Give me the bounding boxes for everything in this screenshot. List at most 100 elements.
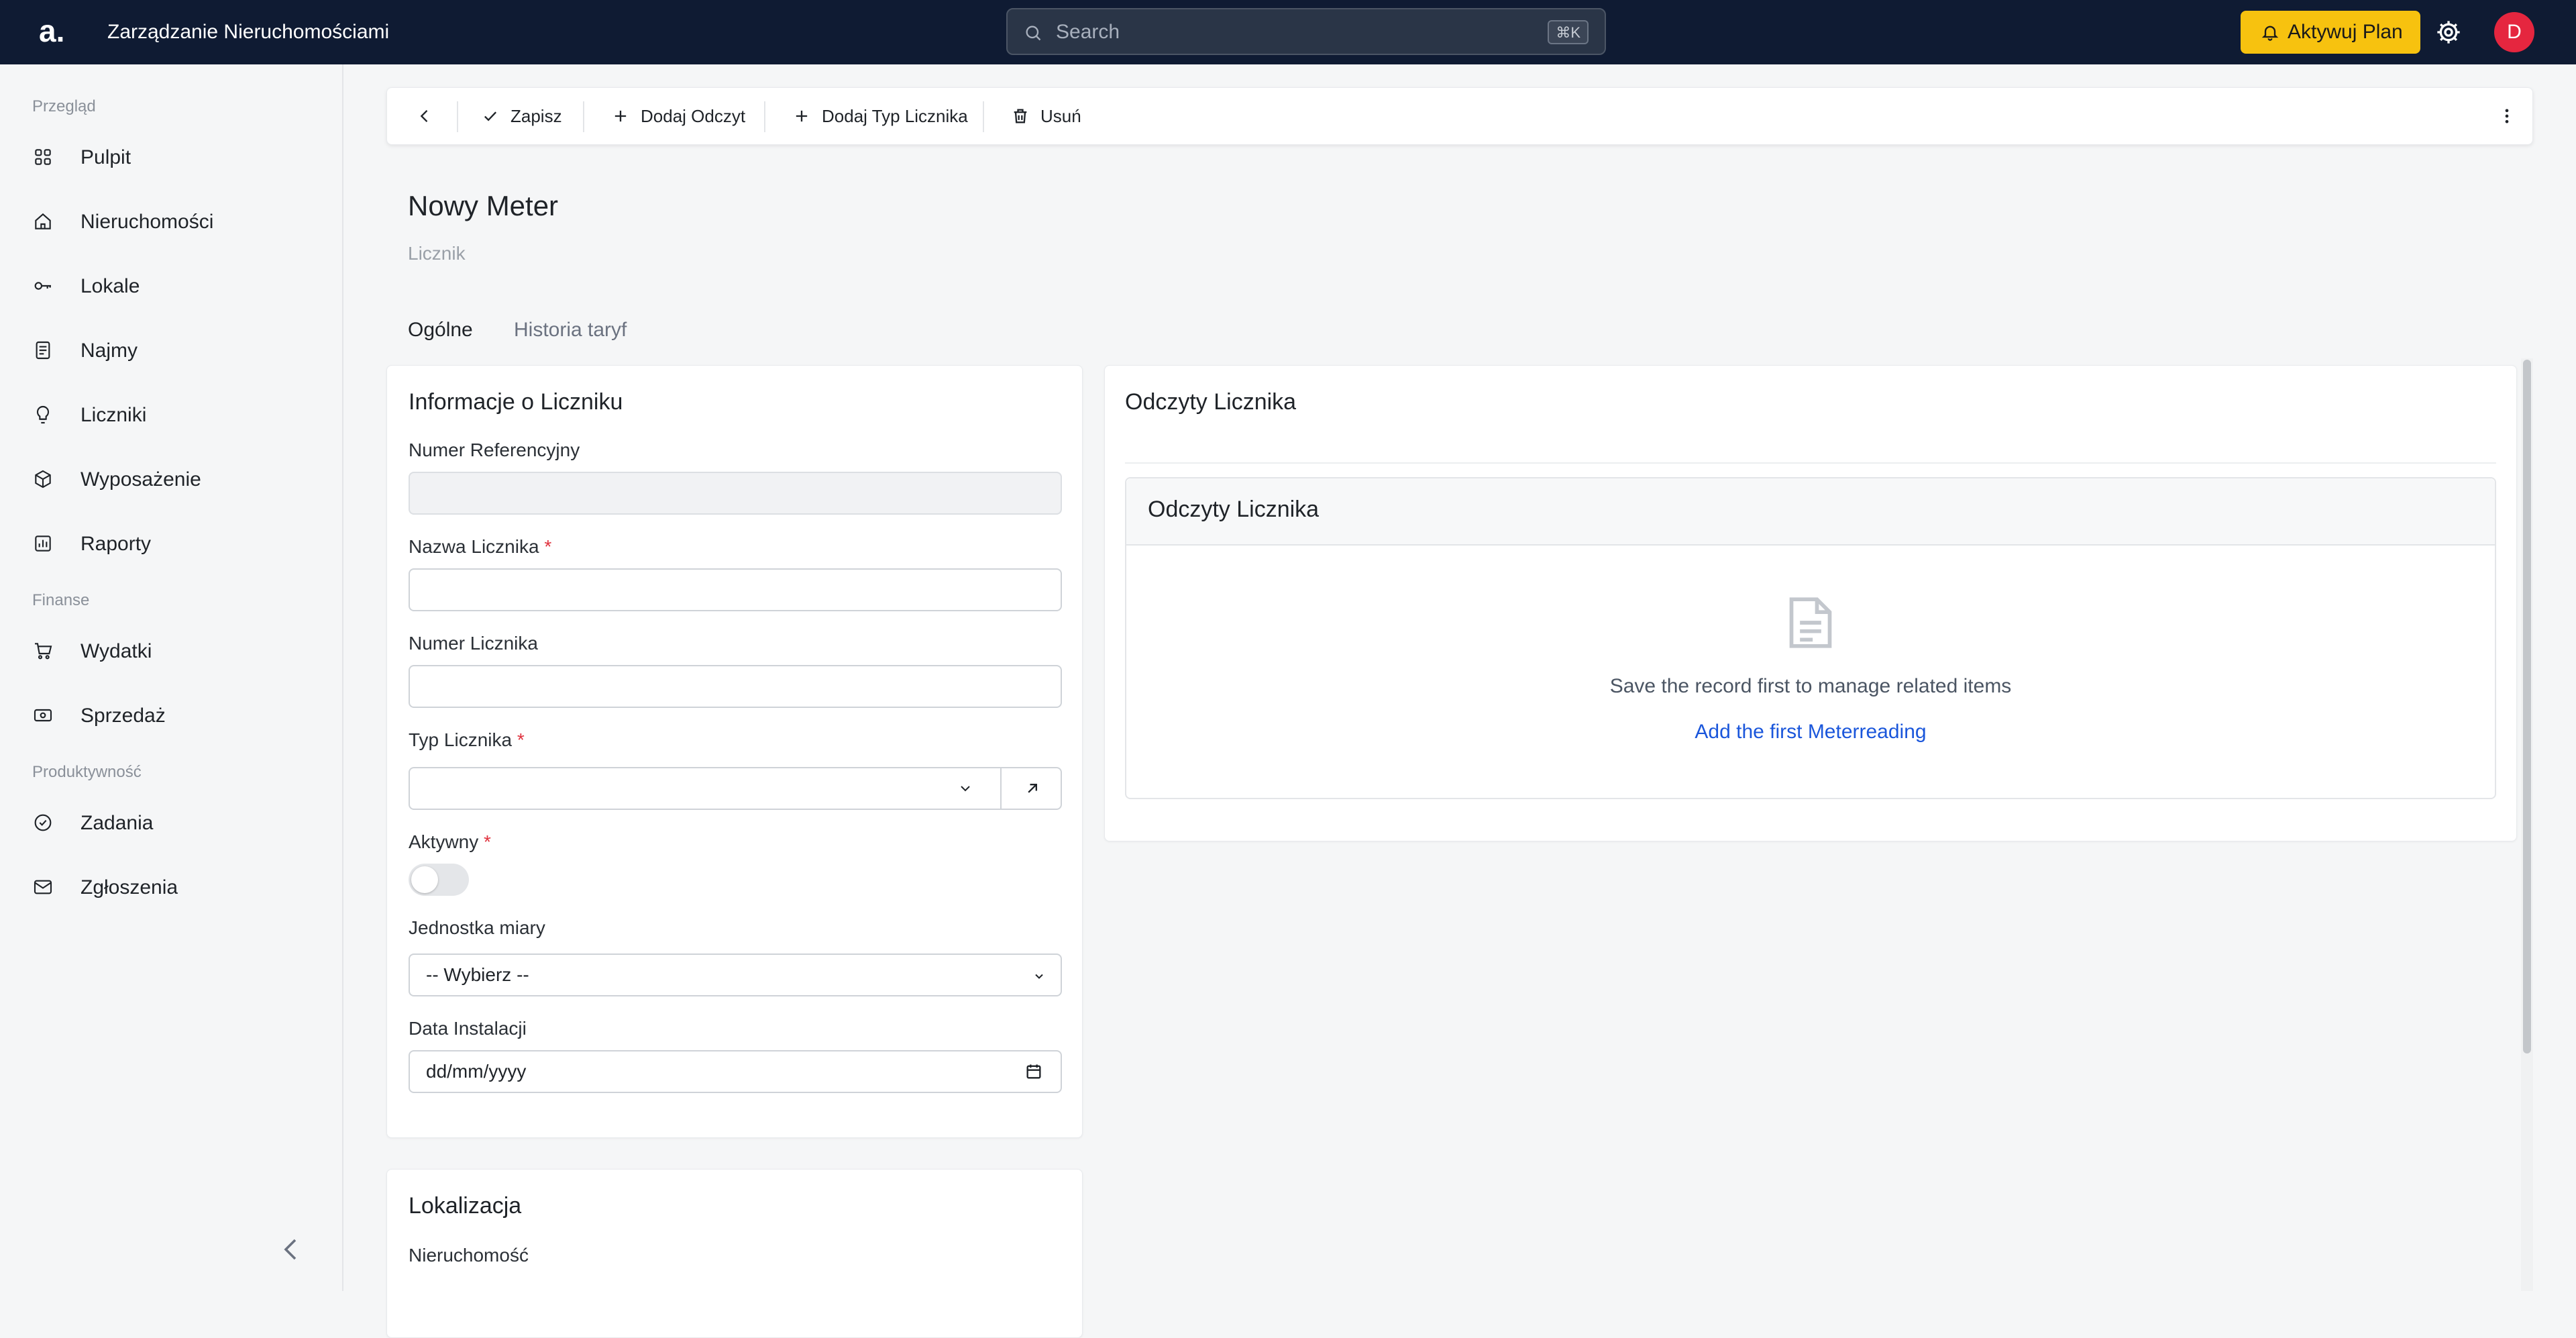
add-meter-type-label: Dodaj Typ Licznika bbox=[822, 106, 968, 126]
sidebar-item-zgloszenia[interactable]: Zgłoszenia bbox=[32, 867, 314, 907]
toolbar-divider bbox=[457, 101, 458, 132]
sidebar-item-label: Zgłoszenia bbox=[80, 876, 178, 898]
search-shortcut-badge: ⌘K bbox=[1548, 20, 1589, 44]
settings-gear-icon[interactable] bbox=[2435, 19, 2462, 46]
meter-name-field[interactable] bbox=[409, 568, 1062, 611]
cart-icon bbox=[32, 640, 54, 662]
collapse-sidebar-chevron-icon[interactable] bbox=[282, 1236, 301, 1263]
save-button[interactable]: Zapisz bbox=[481, 88, 575, 146]
sidebar-item-label: Nieruchomości bbox=[80, 211, 214, 233]
toggle-knob bbox=[411, 866, 438, 893]
search-box[interactable]: Search ⌘K bbox=[1006, 8, 1606, 55]
unit-label: Jednostka miary bbox=[409, 917, 545, 938]
active-label: Aktywny * bbox=[409, 831, 491, 852]
search-icon bbox=[1024, 23, 1042, 42]
plus-icon bbox=[792, 107, 811, 125]
panel-title: Odczyty Licznika bbox=[1148, 497, 1320, 522]
install-date-label: Data Instalacji bbox=[409, 1018, 527, 1039]
user-avatar[interactable]: D bbox=[2494, 12, 2534, 52]
install-date-value: dd/mm/yyyy bbox=[426, 1061, 527, 1082]
meter-number-label: Numer Licznika bbox=[409, 633, 538, 654]
sidebar-item-lokale[interactable]: Lokale bbox=[32, 266, 314, 306]
calendar-icon[interactable] bbox=[1024, 1062, 1043, 1081]
required-marker: * bbox=[517, 729, 525, 750]
sidebar-item-nieruchomosci[interactable]: Nieruchomości bbox=[32, 201, 314, 242]
sidebar-item-label: Sprzedaż bbox=[80, 705, 166, 727]
sidebar-item-zadania[interactable]: Zadania bbox=[32, 803, 314, 843]
sidebar-item-label: Liczniki bbox=[80, 404, 147, 426]
active-toggle[interactable] bbox=[409, 864, 469, 896]
sidebar-item-label: Wydatki bbox=[80, 640, 152, 662]
sidebar-item-sprzedaz[interactable]: Sprzedaż bbox=[32, 695, 314, 735]
required-marker: * bbox=[544, 536, 552, 557]
tab-ogolne[interactable]: Ogólne bbox=[408, 317, 473, 344]
reference-number-label: Numer Referencyjny bbox=[409, 440, 580, 460]
card-title: Odczyty Licznika bbox=[1125, 389, 1297, 415]
chevron-left-icon bbox=[415, 107, 434, 125]
sidebar-item-liczniki[interactable]: Liczniki bbox=[32, 395, 314, 435]
scrollbar-thumb[interactable] bbox=[2523, 360, 2531, 1053]
add-reading-label: Dodaj Odczyt bbox=[641, 106, 746, 126]
more-vertical-icon bbox=[2498, 107, 2516, 125]
select-divider bbox=[1000, 768, 1002, 809]
box-icon bbox=[32, 468, 54, 490]
sidebar-item-label: Najmy bbox=[80, 340, 138, 362]
check-icon bbox=[481, 107, 500, 125]
delete-button[interactable]: Usuń bbox=[1011, 88, 1091, 146]
reference-number-field[interactable] bbox=[409, 472, 1062, 515]
sidebar-item-label: Zadania bbox=[80, 812, 154, 834]
sidebar-item-raporty[interactable]: Raporty bbox=[32, 523, 314, 564]
meter-number-field[interactable] bbox=[409, 665, 1062, 708]
chevron-down-icon bbox=[1032, 970, 1046, 983]
meter-readings-card: Odczyty Licznika Odczyty Licznika Save t… bbox=[1104, 365, 2517, 841]
app-logo[interactable]: a. bbox=[39, 13, 64, 48]
back-button[interactable] bbox=[409, 88, 449, 146]
unit-select[interactable]: -- Wybierz -- bbox=[409, 954, 1062, 996]
sidebar: Przegląd Pulpit Nieruchomości Lokale Naj… bbox=[0, 64, 343, 1291]
meter-info-card: Informacje o Liczniku Numer Referencyjny… bbox=[386, 365, 1083, 1138]
meter-name-label: Nazwa Licznika * bbox=[409, 536, 552, 557]
chart-icon bbox=[32, 533, 54, 554]
open-link-arrow-icon[interactable] bbox=[1023, 779, 1042, 798]
card-title: Informacje o Liczniku bbox=[409, 389, 623, 415]
sidebar-item-wydatki[interactable]: Wydatki bbox=[32, 631, 314, 671]
plus-icon bbox=[611, 107, 630, 125]
home-icon bbox=[32, 211, 54, 232]
sidebar-item-najmy[interactable]: Najmy bbox=[32, 330, 314, 370]
key-icon bbox=[32, 275, 54, 297]
divider bbox=[1125, 462, 2496, 464]
meter-type-select[interactable] bbox=[409, 767, 1062, 810]
check-circle-icon bbox=[32, 812, 54, 833]
page-subtitle: Licznik bbox=[408, 243, 466, 264]
content-scrollbar[interactable] bbox=[2521, 358, 2533, 1291]
location-card: Lokalizacja Nieruchomość bbox=[386, 1169, 1083, 1338]
sidebar-item-pulpit[interactable]: Pulpit bbox=[32, 137, 314, 177]
more-options-button[interactable] bbox=[2493, 88, 2520, 146]
chevron-down-icon[interactable] bbox=[957, 780, 973, 796]
meter-type-label: Typ Licznika * bbox=[409, 729, 525, 750]
delete-label: Usuń bbox=[1040, 106, 1081, 126]
mail-icon bbox=[32, 876, 54, 898]
file-text-icon bbox=[1785, 593, 1836, 653]
card-title: Lokalizacja bbox=[409, 1193, 522, 1219]
trash-icon bbox=[1011, 107, 1030, 125]
page-title: Nowy Meter bbox=[408, 190, 559, 221]
install-date-field[interactable]: dd/mm/yyyy bbox=[409, 1050, 1062, 1093]
sidebar-item-wyposazenie[interactable]: Wyposażenie bbox=[32, 459, 314, 499]
activate-plan-button[interactable]: Aktywuj Plan bbox=[2241, 11, 2420, 54]
sidebar-section-title: Finanse bbox=[32, 591, 90, 609]
app-title: Zarządzanie Nieruchomościami bbox=[107, 21, 390, 43]
search-placeholder: Search bbox=[1056, 21, 1120, 43]
sidebar-item-label: Pulpit bbox=[80, 146, 131, 168]
add-meter-type-button[interactable]: Dodaj Typ Licznika bbox=[792, 88, 994, 146]
tab-historia-taryf[interactable]: Historia taryf bbox=[514, 317, 627, 344]
add-reading-button[interactable]: Dodaj Odczyt bbox=[611, 88, 772, 146]
bell-icon bbox=[2261, 23, 2279, 42]
panel-header bbox=[1126, 478, 2495, 546]
top-bar: a. Zarządzanie Nieruchomościami Search ⌘… bbox=[0, 0, 2576, 64]
toolbar-divider bbox=[764, 101, 765, 132]
record-toolbar: Zapisz Dodaj Odczyt Dodaj Typ Licznika U… bbox=[386, 87, 2533, 145]
related-items-panel: Odczyty Licznika Save the record first t… bbox=[1125, 477, 2496, 799]
add-first-reading-link-text[interactable]: Add the first Meterreading bbox=[1695, 721, 1926, 743]
required-marker: * bbox=[484, 831, 491, 852]
